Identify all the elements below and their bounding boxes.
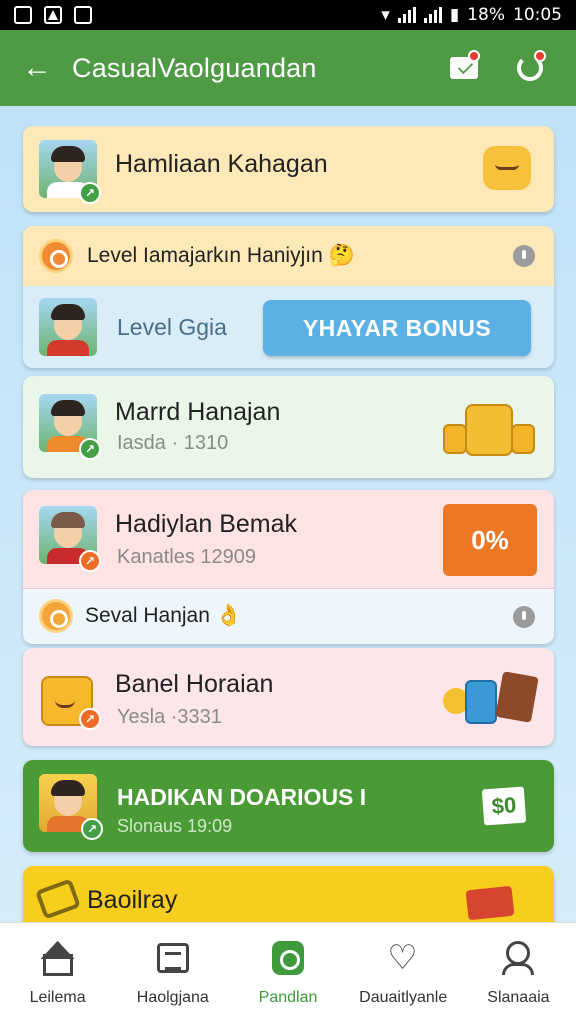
promo-card-green[interactable]: ↗ HADIKAN DOARIOUS I Slonaus 19:09 $0 (23, 760, 554, 852)
banel-badge: ↗ (79, 708, 101, 730)
yellow-card[interactable]: Baoilray (23, 866, 554, 922)
status-badge: ↗ (79, 182, 101, 204)
promo-title: HADIKAN DOARIOUS I (117, 784, 367, 810)
reward2-title: Hadiylan Bemak (115, 510, 298, 538)
reward-card-1[interactable]: ↗ Marrd Hanajan Iasda · 1310 (23, 376, 554, 478)
sync-button[interactable] (506, 44, 554, 92)
info-icon[interactable] (513, 245, 535, 267)
banel-card[interactable]: ↗ Banel Horaian Yesla ·3331 (23, 648, 554, 746)
content-area[interactable]: ↗ Hamliaan Kahagan Level Iamajarkın Hani… (0, 106, 576, 922)
tab-news[interactable]: Haolgjana (115, 923, 230, 1024)
level-header[interactable]: Level Iamajarkın Haniyjın 🤔 (23, 226, 554, 286)
home-icon (38, 939, 78, 977)
tab-gifts[interactable]: Pandlan (230, 923, 345, 1024)
section2-info-icon[interactable] (513, 606, 535, 628)
tab-home-label: Leilema (29, 989, 86, 1006)
reward1-title: Marrd Hanajan (115, 398, 281, 426)
profile-card[interactable]: ↗ Hamliaan Kahagan (23, 126, 554, 212)
status-right-icons: ▾ ▮ 18% 10:05 (381, 5, 562, 25)
banel-subtitle: Yesla ·3331 (117, 706, 222, 728)
wifi-icon: ▾ (381, 5, 390, 25)
app-title: CasualVaolguandan (72, 52, 317, 83)
level-header-title: Level Iamajarkın Haniyjın (87, 244, 323, 267)
back-button[interactable]: ← (22, 51, 72, 85)
percent-badge[interactable]: 0% (443, 504, 537, 576)
newspaper-icon (153, 939, 193, 977)
people-icon (498, 939, 538, 977)
reward2-badge: ↗ (79, 550, 101, 572)
gift-icon (268, 939, 308, 977)
app-bar: ← CasualVaolguandan (0, 30, 576, 106)
section-header-2[interactable]: Seval Hanjan 👌 (23, 588, 554, 644)
signal-icon (397, 7, 416, 23)
reward1-subtitle: Iasda · 1310 (117, 432, 229, 454)
tab-favorites[interactable]: ♡ Dauaitlyanle (346, 923, 461, 1024)
heart-icon: ♡ (387, 939, 418, 977)
reward1-badge: ↗ (79, 438, 101, 460)
reward2-subtitle: Kanatles 12909 (117, 546, 257, 568)
bonus-button[interactable]: YHAYAR BONUS (263, 300, 531, 356)
alert-icon (44, 6, 62, 24)
promo-badge: ↗ (81, 818, 103, 840)
level-row: Level Ggia YHAYAR BONUS (23, 288, 554, 368)
yellow-title: Baoilray (87, 886, 178, 914)
battery-level: 18% (467, 5, 505, 25)
level-label: Level Ggia (117, 314, 227, 340)
battery-icon: ▮ (449, 5, 460, 25)
cash-badge[interactable]: $0 (481, 786, 527, 826)
status-time: 10:05 (513, 5, 562, 25)
tab-gifts-label: Pandlan (258, 989, 318, 1006)
banel-title: Banel Horaian (115, 670, 274, 698)
level-avatar (39, 298, 97, 356)
status-bar: ▾ ▮ 18% 10:05 (0, 0, 576, 30)
section2-icon (39, 599, 73, 633)
section2-title: Seval Hanjan (85, 604, 210, 627)
tab-people-label: Slanaaia (487, 989, 550, 1006)
ticket-icon (35, 878, 81, 920)
coins-icon (443, 400, 535, 458)
cat-mascot-icon (483, 146, 531, 190)
tab-news-label: Haolgjana (136, 989, 209, 1006)
level-group-card: Level Iamajarkın Haniyjın 🤔 Level Ggia Y… (23, 226, 554, 368)
promo-subtitle: Slonaus 19:09 (117, 816, 233, 836)
gift-items-icon (443, 670, 539, 728)
notification-icon (14, 6, 32, 24)
notification-dot (468, 50, 480, 62)
tab-people[interactable]: Slanaaia (461, 923, 576, 1024)
sync-alert-dot (534, 50, 546, 62)
status-left-icons (14, 6, 92, 24)
image-icon (74, 6, 92, 24)
messages-button[interactable] (440, 44, 488, 92)
bottom-tab-bar: Leilema Haolgjana Pandlan ♡ Dauaitlyanle… (0, 922, 576, 1024)
level-icon (39, 239, 73, 273)
signal2-icon (423, 7, 442, 23)
profile-name: Hamliaan Kahagan (115, 150, 328, 178)
thinking-emoji-icon: 🤔 (328, 244, 355, 267)
ok-hand-emoji-icon: 👌 (215, 604, 242, 627)
books-icon (465, 885, 515, 921)
tab-home[interactable]: Leilema (0, 923, 115, 1024)
tab-favorites-label: Dauaitlyanle (359, 989, 448, 1006)
reward-card-2[interactable]: ↗ Hadiylan Bemak Kanatles 12909 0% Seval… (23, 490, 554, 644)
